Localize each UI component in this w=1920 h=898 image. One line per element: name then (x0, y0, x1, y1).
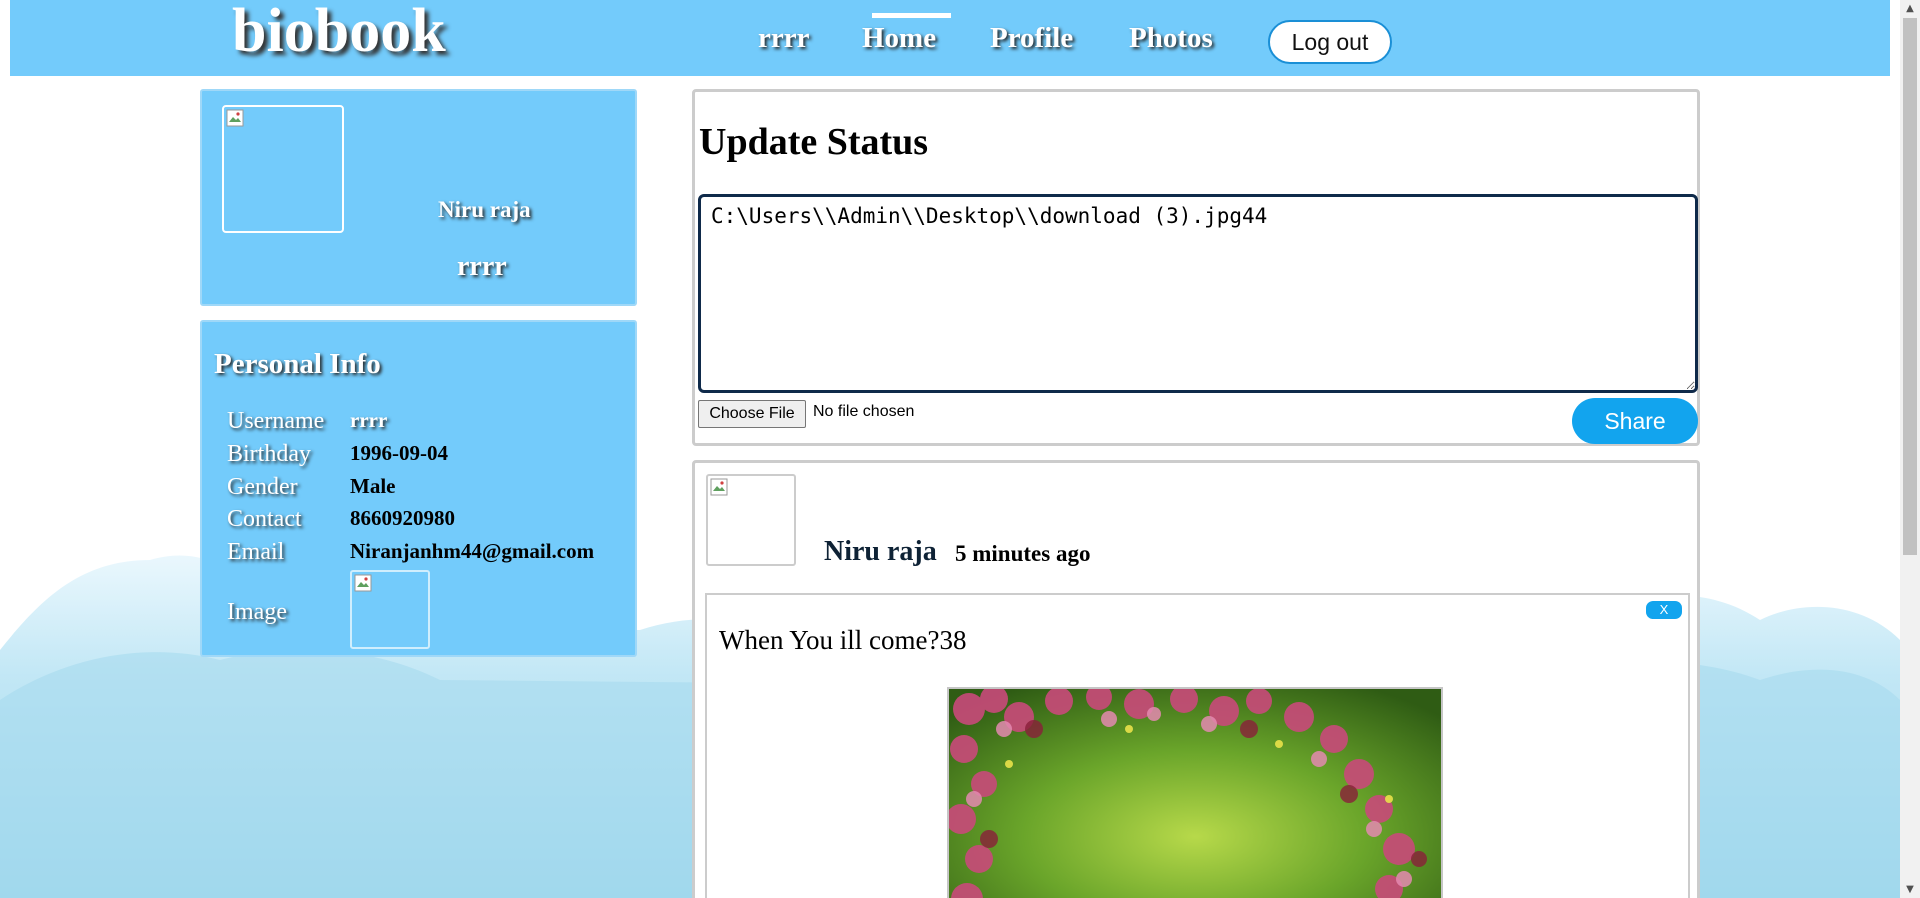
post-photo[interactable] (947, 687, 1443, 898)
file-status-text: No file chosen (813, 403, 915, 420)
info-label: Contact (227, 506, 302, 532)
active-tab-indicator (872, 13, 951, 18)
info-label: Email (227, 539, 285, 565)
post-author-avatar[interactable] (706, 474, 796, 566)
share-button[interactable]: Share (1572, 398, 1698, 444)
post-author-name[interactable]: Niru raja (824, 536, 937, 568)
choose-file-button[interactable]: Choose File (698, 400, 806, 428)
logout-button[interactable]: Log out (1268, 20, 1392, 64)
info-label: Birthday (227, 441, 311, 467)
post-content: X When You ill come?38 (705, 593, 1690, 898)
site-logo[interactable]: biobook (232, 0, 446, 67)
profile-name: Niru raja (438, 197, 531, 222)
vertical-scrollbar[interactable]: ▲ ▼ (1900, 0, 1920, 898)
post-text: When You ill come?38 (719, 625, 967, 655)
info-label: Gender (227, 474, 298, 500)
info-value: Male (350, 474, 396, 498)
info-value: 1996-09-04 (350, 441, 448, 465)
post-timestamp: 5 minutes ago (955, 541, 1091, 566)
scroll-thumb[interactable] (1903, 18, 1917, 555)
update-status-title: Update Status (699, 121, 929, 163)
nav-item-profile[interactable]: Profile (990, 22, 1073, 55)
info-value: rrrr (350, 408, 388, 432)
info-label: Username (227, 408, 325, 434)
post-card: Niru raja 5 minutes ago X When You ill c… (692, 460, 1700, 898)
nav-item-username[interactable]: rrrr (758, 22, 810, 55)
nav-item-home[interactable]: Home (862, 22, 936, 55)
personal-info-title: Personal Info (214, 348, 381, 380)
page: biobook rrrr Home Profile Photos Log out… (0, 0, 1920, 898)
update-status-card: Update Status Choose File No file chosen… (692, 89, 1700, 446)
status-textarea[interactable] (698, 194, 1698, 393)
info-label: Image (227, 599, 287, 625)
profile-avatar[interactable] (222, 105, 344, 233)
scroll-down-arrow-icon[interactable]: ▼ (1900, 881, 1920, 898)
personal-info-card: Personal Info Username rrrr Birthday 199… (200, 320, 637, 657)
broken-image-icon (226, 109, 244, 127)
info-value: Niranjanhm44@gmail.com (350, 539, 595, 563)
info-value: 8660920980 (350, 506, 455, 530)
top-navbar: biobook rrrr Home Profile Photos Log out (10, 0, 1890, 76)
profile-username: rrrr (457, 251, 507, 282)
info-image[interactable] (350, 570, 430, 649)
scroll-up-arrow-icon[interactable]: ▲ (1900, 0, 1920, 17)
broken-image-icon (710, 478, 728, 496)
nav-item-photos[interactable]: Photos (1129, 22, 1213, 55)
delete-post-button[interactable]: X (1646, 601, 1682, 619)
flower-photo (949, 689, 1441, 898)
profile-card: Niru raja rrrr (200, 89, 637, 306)
broken-image-icon (354, 574, 372, 592)
